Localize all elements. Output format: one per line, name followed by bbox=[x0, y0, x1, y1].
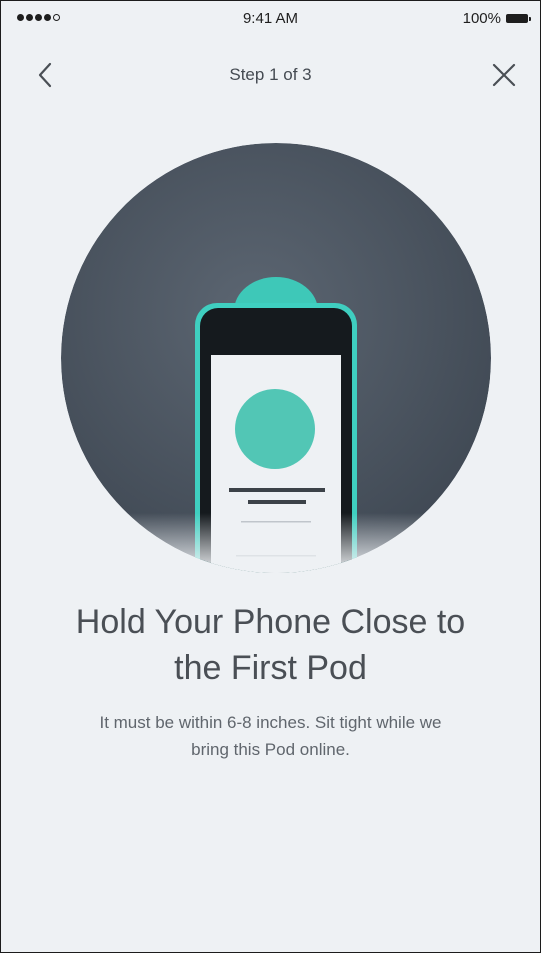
fade-overlay bbox=[61, 513, 491, 573]
close-button[interactable] bbox=[486, 57, 522, 93]
instruction-text: It must be within 6-8 inches. Sit tight … bbox=[29, 709, 512, 763]
battery-percent: 100% bbox=[462, 10, 501, 27]
close-icon bbox=[492, 63, 516, 87]
battery-full-icon bbox=[506, 14, 531, 23]
phone-near-pod-illustration bbox=[61, 143, 491, 573]
status-bar: 9:41 AM 100% bbox=[1, 1, 540, 37]
screen-text-line bbox=[248, 500, 306, 504]
instruction-line-1: It must be within 6-8 inches. Sit tight … bbox=[99, 713, 442, 732]
status-time: 9:41 AM bbox=[242, 10, 299, 27]
screen-text-line bbox=[229, 488, 325, 492]
screen-circle-icon bbox=[235, 389, 315, 469]
headline: Hold Your Phone Close to the First Pod bbox=[21, 599, 520, 691]
nav-bar: Step 1 of 3 bbox=[1, 41, 540, 105]
battery-indicator: 100% bbox=[462, 10, 531, 27]
illustration-graphic bbox=[61, 143, 491, 573]
headline-line-2: the First Pod bbox=[174, 649, 367, 687]
app-screen: 9:41 AM 100% Step 1 of 3 Hold Your Phone… bbox=[0, 0, 541, 953]
step-indicator: Step 1 of 3 bbox=[229, 65, 312, 84]
instruction-line-2: bring this Pod online. bbox=[191, 740, 350, 759]
headline-line-1: Hold Your Phone Close to bbox=[75, 603, 466, 641]
